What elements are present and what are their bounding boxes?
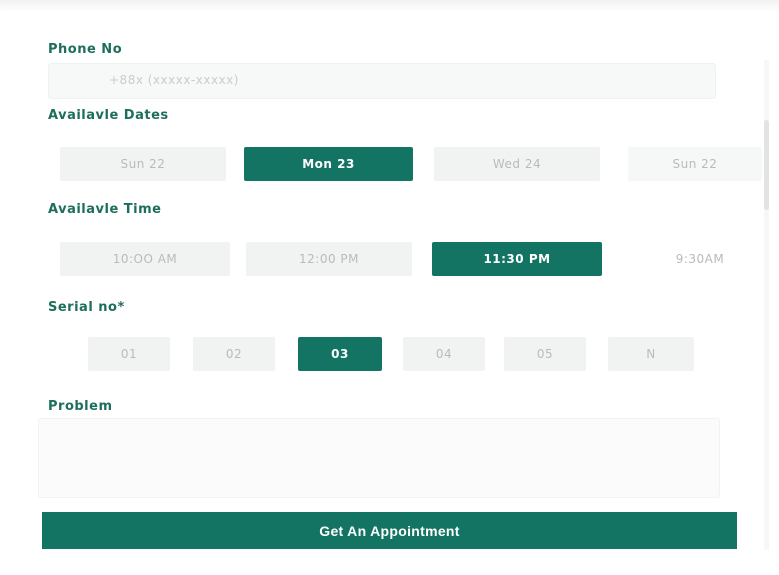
time-chip-12-00-pm[interactable]: 12:00 PM xyxy=(246,242,412,276)
date-chip-sun-22[interactable]: Sun 22 xyxy=(60,147,226,181)
get-appointment-button[interactable]: Get An Appointment xyxy=(42,512,737,549)
date-chip-wed-24[interactable]: Wed 24 xyxy=(434,147,600,181)
date-chip-sun-22-second[interactable]: Sun 22 xyxy=(628,147,762,181)
serial-chip-05[interactable]: 05 xyxy=(504,337,586,371)
scrollbar-thumb[interactable] xyxy=(764,120,769,210)
serial-chip-02[interactable]: 02 xyxy=(193,337,275,371)
date-chip-mon-23[interactable]: Mon 23 xyxy=(244,147,413,181)
time-chip-11-30-pm[interactable]: 11:30 PM xyxy=(432,242,602,276)
serial-chip-04[interactable]: 04 xyxy=(403,337,485,371)
time-chip-10-00-am[interactable]: 10:OO AM xyxy=(60,242,230,276)
serial-chip-n[interactable]: N xyxy=(608,337,694,371)
available-time-label: Availavle Time xyxy=(48,202,162,217)
time-chip-9-30-am[interactable]: 9:30AM xyxy=(636,242,764,276)
problem-label: Problem xyxy=(48,399,113,414)
phone-placeholder: +88x (xxxxx-xxxxx) xyxy=(109,73,239,87)
phone-input[interactable]: +88x (xxxxx-xxxxx) xyxy=(48,63,716,99)
serial-label: Serial no* xyxy=(48,300,125,315)
serial-chip-03[interactable]: 03 xyxy=(298,337,382,371)
available-dates-label: Availavle Dates xyxy=(48,108,169,123)
problem-textarea[interactable] xyxy=(38,418,720,498)
phone-label: Phone No xyxy=(48,42,123,57)
serial-chip-01[interactable]: 01 xyxy=(88,337,170,371)
